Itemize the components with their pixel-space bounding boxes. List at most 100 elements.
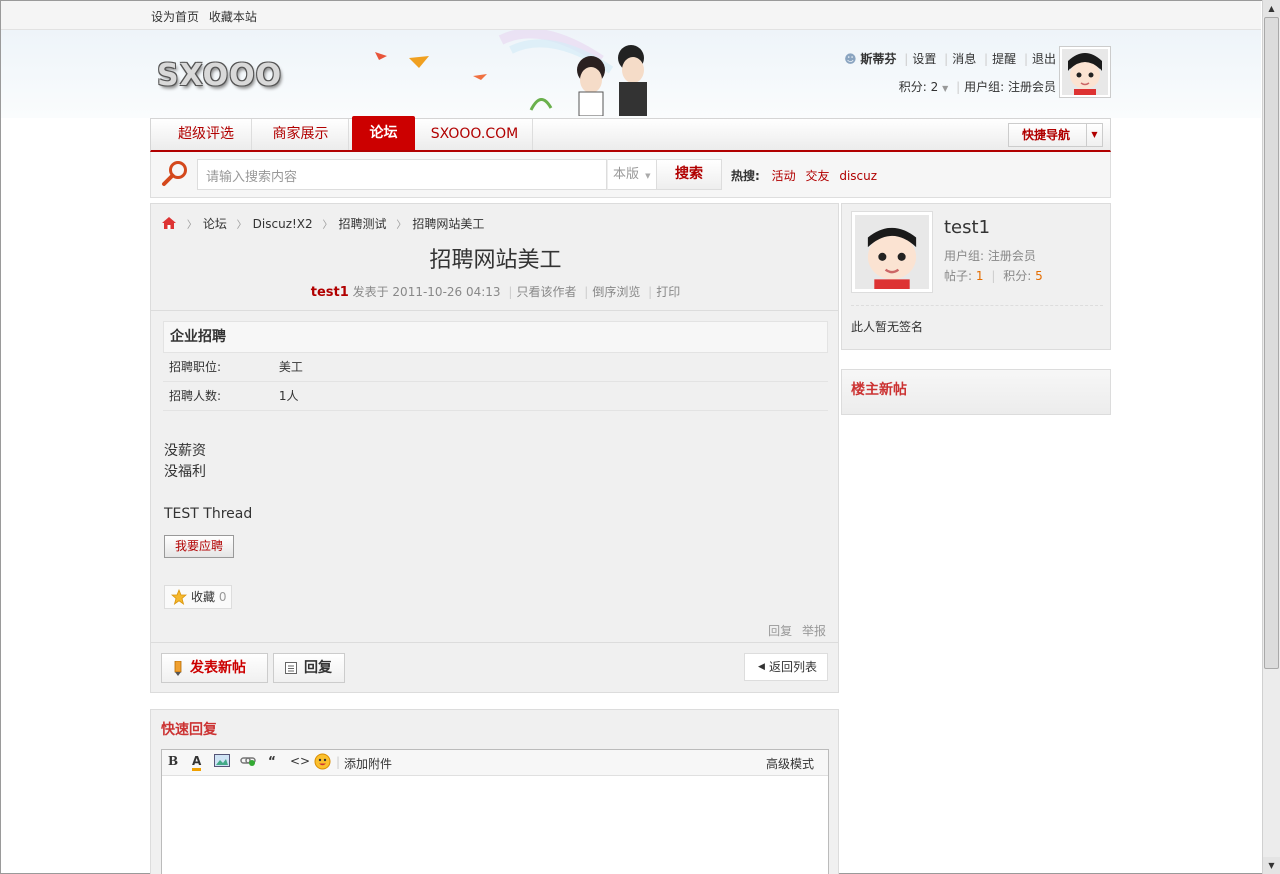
posts-count[interactable]: 1: [976, 269, 984, 283]
breadcrumb-thread[interactable]: 招聘网站美工: [412, 217, 484, 231]
reply-label: 回复: [304, 660, 332, 676]
reverse-order-link[interactable]: 倒序浏览: [592, 285, 640, 299]
chevron-down-icon: ▼: [645, 172, 651, 180]
post-actions: 回复 举报: [762, 622, 826, 639]
site-header: SXOOO ☻ 斯蒂芬 | 设置 | 消息 | 提醒 | 退出 积分: 2 ▼ | 用户组…: [1, 30, 1261, 118]
search-bar: 请输入搜索内容 本版 ▼ 搜索 热搜: 活动 交友 discuz: [150, 152, 1111, 198]
attach-file-button[interactable]: 添加附件: [344, 755, 392, 772]
breadcrumb: 〉论坛 〉 Discuz!X2 〉招聘测试 〉招聘网站美工: [161, 215, 484, 232]
search-icon: [162, 161, 187, 186]
job-table: 企业招聘 招聘职位: 美工 招聘人数: 1人: [163, 321, 828, 411]
thread-meta: test1 发表于 2011-10-26 04:13 | 只看该作者 | 倒序浏览 …: [310, 285, 681, 300]
job-key: 招聘职位:: [169, 360, 222, 374]
page-title: 招聘网站美工: [429, 248, 562, 273]
user-group-label: 用户组: 注册会员: [964, 80, 1056, 94]
top-bar: 设为首页 收藏本站: [1, 1, 1261, 30]
quick-reply-title: 快速回复: [161, 722, 217, 738]
reminders-link[interactable]: 提醒: [992, 52, 1016, 66]
smiley-icon[interactable]: [314, 753, 331, 773]
avatar-cartoon-icon: [855, 215, 929, 289]
banner-illustration: [375, 30, 647, 116]
back-label: 返回列表: [769, 660, 818, 674]
search-input[interactable]: 请输入搜索内容: [197, 159, 607, 190]
username-link[interactable]: 斯蒂芬: [860, 52, 896, 66]
only-author-link[interactable]: 只看该作者: [516, 285, 576, 299]
new-thread-button[interactable]: 发表新帖: [161, 653, 268, 683]
reply-doc-icon: [285, 662, 297, 674]
set-home-link[interactable]: 设为首页: [151, 10, 199, 24]
body-line: TEST Thread: [164, 506, 253, 522]
user-info: ☻ 斯蒂芬 | 设置 | 消息 | 提醒 | 退出 积分: 2 ▼ | 用户组: 注册会员: [844, 52, 1056, 94]
points-value: 5: [1035, 269, 1043, 283]
nav-item-forum[interactable]: 论坛: [352, 116, 415, 150]
main-nav: 超级评选 商家展示 论坛 SXOOO.COM 快捷导航 ▼: [150, 116, 1111, 152]
quick-nav-label: 快捷导航: [1022, 128, 1071, 142]
breadcrumb-board[interactable]: Discuz!X2: [253, 217, 313, 231]
scroll-up-icon[interactable]: ▲: [1263, 0, 1280, 17]
hot-searches: 热搜: 活动 交友 discuz: [731, 167, 883, 184]
font-color-icon[interactable]: A: [192, 754, 202, 771]
code-icon[interactable]: <>: [290, 754, 310, 768]
reply-editor[interactable]: B A “ <> | 添加附件 高级模式: [161, 749, 829, 874]
reply-link[interactable]: 回复: [768, 624, 792, 638]
logout-link[interactable]: 退出: [1032, 52, 1056, 66]
avatar-cartoon-icon: [1062, 49, 1108, 95]
thread-panel: 〉论坛 〉 Discuz!X2 〉招聘测试 〉招聘网站美工 招聘网站美工 test…: [150, 203, 839, 693]
advanced-mode-link[interactable]: 高级模式: [766, 755, 814, 772]
avatar[interactable]: [851, 211, 933, 293]
apply-button[interactable]: 我要应聘: [164, 535, 234, 558]
breadcrumb-category[interactable]: 招聘测试: [339, 217, 387, 231]
bold-icon[interactable]: B: [168, 754, 178, 768]
divider: [851, 305, 1103, 306]
hot-keyword[interactable]: 活动: [772, 169, 796, 183]
body-line: 没福利: [164, 464, 206, 480]
points-label: 积分:: [1003, 269, 1032, 283]
job-table-header: 企业招聘: [163, 321, 828, 353]
vertical-scrollbar[interactable]: ▲ ▼: [1262, 0, 1280, 874]
home-icon[interactable]: [161, 216, 177, 230]
quick-reply-panel: 快速回复 B A “ <> | 添加附件 高级模式: [150, 709, 839, 874]
scroll-down-icon[interactable]: ▼: [1263, 857, 1280, 874]
reply-button[interactable]: 回复: [273, 653, 345, 683]
quick-nav-button[interactable]: 快捷导航 ▼: [1008, 123, 1103, 147]
back-to-list-button[interactable]: ◀ 返回列表: [744, 653, 828, 681]
favorite-count: 0: [218, 590, 227, 604]
image-icon[interactable]: [214, 754, 230, 770]
nav-item-merchant-showcase[interactable]: 商家展示: [253, 119, 349, 150]
search-button[interactable]: 搜索: [656, 159, 722, 190]
post-body: 没薪资 没福利 TEST Thread: [164, 441, 252, 525]
report-link[interactable]: 举报: [802, 624, 826, 638]
user-icon: ☻: [844, 52, 857, 66]
nav-item-super-selection[interactable]: 超级评选: [161, 119, 252, 150]
settings-link[interactable]: 设置: [912, 52, 936, 66]
hot-keyword[interactable]: 交友: [805, 169, 829, 183]
quote-icon[interactable]: “: [268, 754, 276, 768]
job-key: 招聘人数:: [169, 389, 222, 403]
chevron-down-icon[interactable]: ▼: [942, 84, 948, 93]
editor-toolbar: B A “ <> | 添加附件 高级模式: [162, 750, 828, 776]
job-value: 美工: [278, 360, 303, 374]
points-dropdown[interactable]: 积分: 2: [899, 80, 939, 94]
author-name[interactable]: test1: [944, 217, 990, 238]
breadcrumb-forum[interactable]: 论坛: [203, 217, 227, 231]
hot-keyword[interactable]: discuz: [839, 169, 877, 183]
chevron-down-icon: ▼: [1086, 124, 1102, 146]
messages-link[interactable]: 消息: [952, 52, 976, 66]
posts-label: 帖子:: [944, 269, 973, 283]
table-row: 招聘职位: 美工: [163, 353, 828, 382]
avatar[interactable]: [1059, 46, 1111, 98]
triangle-left-icon: ◀: [758, 662, 765, 672]
author-group: 用户组: 注册会员: [944, 249, 1036, 263]
site-logo[interactable]: SXOOO: [157, 58, 282, 93]
divider: [151, 310, 838, 311]
nav-item-sxooo[interactable]: SXOOO.COM: [417, 119, 533, 150]
print-link[interactable]: 打印: [656, 285, 680, 299]
author-link[interactable]: test1: [311, 285, 349, 300]
link-icon[interactable]: [240, 754, 256, 770]
bookmark-link[interactable]: 收藏本站: [209, 10, 257, 24]
favorite-button[interactable]: 收藏 0: [164, 585, 232, 609]
search-scope-select[interactable]: 本版 ▼: [607, 159, 657, 190]
body-line: 没薪资: [164, 443, 206, 459]
scroll-thumb[interactable]: [1264, 17, 1279, 669]
divider: [151, 642, 838, 643]
